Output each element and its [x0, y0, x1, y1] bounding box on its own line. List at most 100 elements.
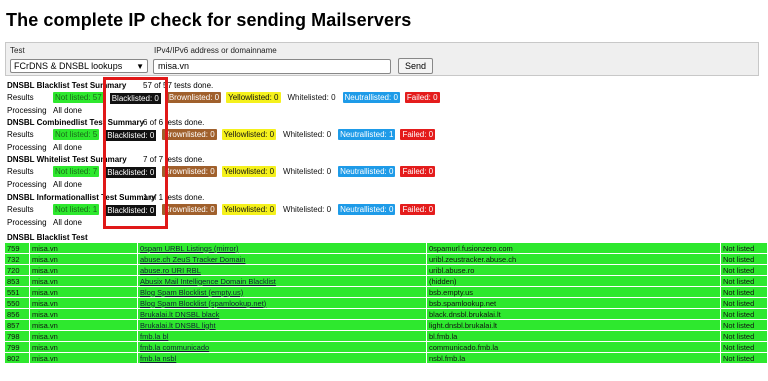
row-zone: bsb.spamlookup.net	[426, 297, 721, 309]
row-list-name[interactable]: fmb.la communicado	[137, 341, 427, 353]
chevron-down-icon: ▼	[136, 62, 144, 71]
badge-brownlisted: Brownlisted: 0	[166, 92, 222, 103]
results-label: Results	[7, 130, 34, 139]
row-list-name[interactable]: abuse.ch ZeuS Tracker Domain	[137, 253, 427, 265]
address-label: IPv4/IPv6 address or domainname	[154, 46, 277, 55]
row-status: Not listed	[720, 243, 768, 254]
table-row: 551 misa.vn Blog Spam Blocklist (empty.us)…	[5, 286, 768, 298]
summary-combinedlist: DNSBL Combinedlist Test Summary 6 of 6 t…	[7, 117, 647, 154]
row-host: misa.vn	[29, 286, 138, 298]
badge-failed: Failed: 0	[400, 204, 436, 215]
row-zone: communicado.fmb.la	[426, 341, 721, 353]
processing-label: Processing	[7, 218, 47, 227]
row-host: misa.vn	[29, 330, 138, 342]
results-label: Results	[7, 205, 34, 214]
table-row: 856 misa.vn Brukalai.lt DNSBL black black.d…	[5, 308, 768, 320]
row-status: Not listed	[720, 253, 768, 265]
row-id: 759	[5, 243, 30, 254]
row-status: Not listed	[720, 341, 768, 353]
table-row: 857 misa.vn Brukalai.lt DNSBL light light.d…	[5, 319, 768, 331]
row-zone: uribl.abuse.ro	[426, 264, 721, 276]
row-status: Not listed	[720, 264, 768, 276]
row-list-name[interactable]: Brukalai.lt DNSBL black	[137, 308, 427, 320]
row-list-name[interactable]: Brukalai.lt DNSBL light	[137, 319, 427, 331]
badge-failed: Failed: 0	[400, 166, 436, 177]
row-id: 853	[5, 275, 30, 287]
row-host: misa.vn	[29, 264, 138, 276]
row-host: misa.vn	[29, 275, 138, 287]
processing-value: All done	[53, 106, 82, 115]
summary-title: DNSBL Blacklist Test Summary	[7, 81, 127, 90]
address-input[interactable]: misa.vn	[153, 59, 391, 74]
row-zone: 0spamurl.fusionzero.com	[426, 243, 721, 254]
badge-whitelisted: Whitelisted: 0	[281, 129, 334, 140]
badge-not-listed: Not listed: 57	[53, 92, 104, 103]
row-list-name[interactable]: Blog Spam Blocklist (spamlookup.net)	[137, 297, 427, 309]
section-title: DNSBL Blacklist Test	[7, 233, 88, 242]
row-list-name[interactable]: Abusix Mail Intelligence Domain Blacklis…	[137, 275, 427, 287]
badge-brownlisted: Brownlisted: 0	[162, 129, 217, 140]
table-row: 798 misa.vn fmb.la bl bl.fmb.la Not listed	[5, 330, 768, 342]
row-zone: nsbl.fmb.la	[426, 352, 721, 364]
row-host: misa.vn	[29, 308, 138, 320]
row-zone: (hidden)	[426, 275, 721, 287]
row-list-name[interactable]: Blog Spam Blocklist (empty.us)	[137, 286, 427, 298]
badge-not-listed: Not listed: 1	[53, 204, 100, 215]
row-host: misa.vn	[29, 319, 138, 331]
results-label: Results	[7, 167, 34, 176]
send-button[interactable]: Send	[398, 58, 433, 74]
summary-done: 57 of 57 tests done.	[143, 81, 214, 90]
row-id: 856	[5, 308, 30, 320]
row-list-name[interactable]: fmb.la nsbl	[137, 352, 427, 364]
badge-failed: Failed: 0	[404, 92, 440, 103]
test-select[interactable]: FCrDNS & DNSBL lookups ▼	[10, 59, 148, 73]
row-zone: bsb.empty.us	[426, 286, 721, 298]
row-id: 798	[5, 330, 30, 342]
table-row: 853 misa.vn Abusix Mail Intelligence Domai…	[5, 275, 768, 287]
row-id: 720	[5, 264, 30, 276]
row-host: misa.vn	[29, 253, 138, 265]
badge-yellowlisted: Yellowlisted: 0	[221, 204, 277, 215]
row-zone: light.dnsbl.brukalai.lt	[426, 319, 721, 331]
badge-yellowlisted: Yellowlisted: 0	[226, 92, 281, 103]
badge-not-listed: Not listed: 5	[53, 129, 100, 140]
table-row: 720 misa.vn abuse.ro URI RBL uribl.abuse.ro…	[5, 264, 768, 276]
row-list-name[interactable]: abuse.ro URI RBL	[137, 264, 427, 276]
row-host: misa.vn	[29, 352, 138, 364]
row-list-name[interactable]: 0spam URBL Listings (mirror)	[137, 243, 427, 254]
row-id: 799	[5, 341, 30, 353]
table-row: 802 misa.vn fmb.la nsbl nsbl.fmb.la Not list…	[5, 352, 768, 364]
row-id: 857	[5, 319, 30, 331]
summary-done: 1 of 1 tests done.	[143, 193, 205, 202]
badge-yellowlisted: Yellowlisted: 0	[221, 166, 277, 177]
badge-brownlisted: Brownlisted: 0	[162, 204, 217, 215]
row-status: Not listed	[720, 308, 768, 320]
results-table: 759 misa.vn 0spam URBL Listings (mirror) 0s…	[5, 243, 768, 364]
row-status: Not listed	[720, 352, 768, 364]
row-id: 732	[5, 253, 30, 265]
row-host: misa.vn	[29, 341, 138, 353]
processing-value: All done	[53, 143, 82, 152]
summary-done: 7 of 7 tests done.	[143, 155, 205, 164]
badge-whitelisted: Whitelisted: 0	[285, 92, 338, 103]
summary-done: 6 of 6 tests done.	[143, 118, 205, 127]
badge-yellowlisted: Yellowlisted: 0	[221, 129, 277, 140]
badge-brownlisted: Brownlisted: 0	[162, 166, 217, 177]
processing-value: All done	[53, 218, 82, 227]
page-title: The complete IP check for sending Mailse…	[6, 10, 412, 30]
row-list-name[interactable]: fmb.la bl	[137, 330, 427, 342]
results-label: Results	[7, 93, 34, 102]
summary-title: DNSBL Whitelist Test Summary	[7, 155, 127, 164]
test-select-value: FCrDNS & DNSBL lookups	[14, 61, 123, 71]
table-row: 799 misa.vn fmb.la communicado communicado.…	[5, 341, 768, 353]
row-status: Not listed	[720, 275, 768, 287]
processing-label: Processing	[7, 106, 47, 115]
row-id: 551	[5, 286, 30, 298]
table-row: 732 misa.vn abuse.ch ZeuS Tracker Domain ur…	[5, 253, 768, 265]
row-id: 802	[5, 352, 30, 364]
summary-title: DNSBL Combinedlist Test Summary	[7, 118, 145, 127]
processing-label: Processing	[7, 180, 47, 189]
row-host: misa.vn	[29, 243, 138, 254]
summary-title: DNSBL Informationallist Test Summary	[7, 193, 156, 202]
row-status: Not listed	[720, 319, 768, 331]
